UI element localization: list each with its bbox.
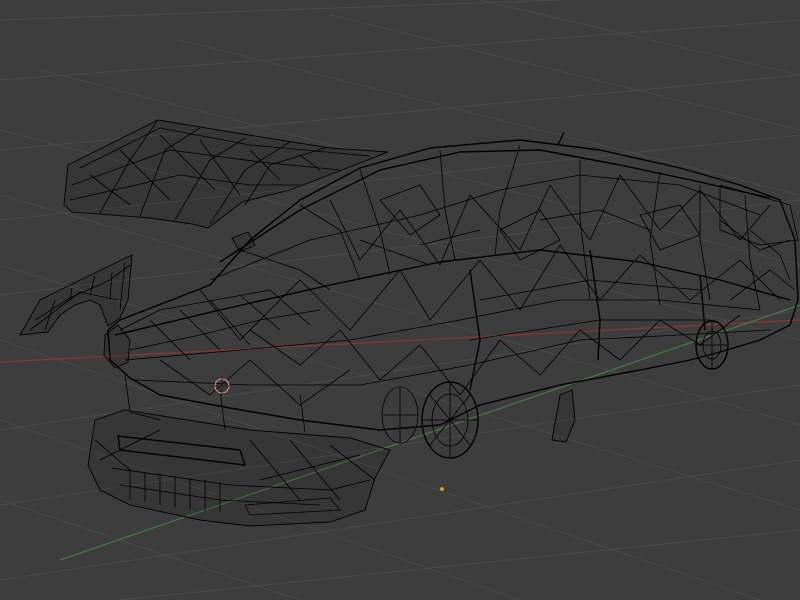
front-bumper-mesh[interactable]: [87, 409, 391, 527]
object-origin-icon[interactable]: [439, 486, 445, 492]
hood-mesh[interactable]: [63, 119, 389, 229]
door-panel-mesh[interactable]: [551, 389, 576, 443]
3d-cursor-icon[interactable]: [212, 376, 232, 396]
car-wireframe-mesh[interactable]: [19, 119, 799, 527]
fender-mesh[interactable]: [19, 254, 133, 336]
viewport-canvas[interactable]: [0, 0, 800, 600]
rear-wheel-mesh[interactable]: [695, 320, 729, 370]
front-wheel-mesh[interactable]: [381, 381, 479, 459]
3d-viewport[interactable]: [0, 0, 800, 600]
